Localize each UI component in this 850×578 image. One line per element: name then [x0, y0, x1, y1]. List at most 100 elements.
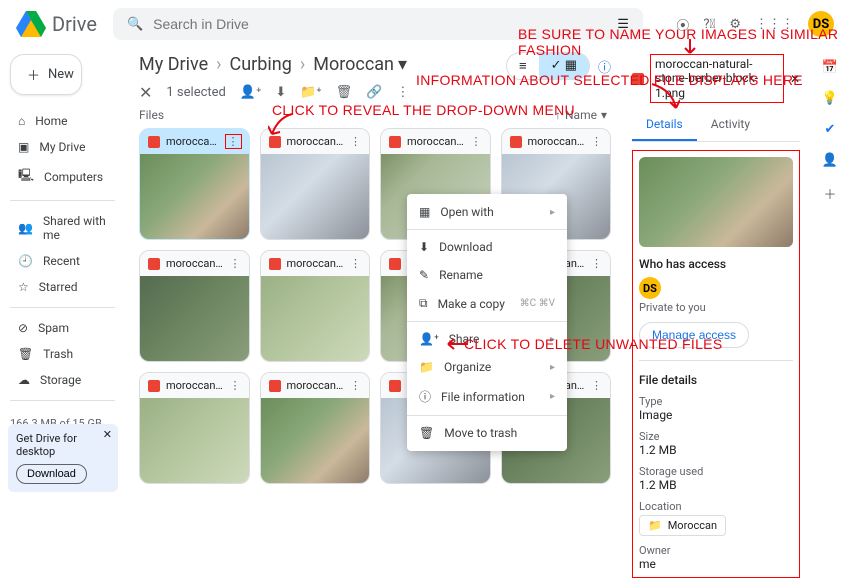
image-icon [148, 380, 160, 392]
file-more-icon[interactable]: ⋮ [591, 379, 602, 392]
file-more-icon[interactable]: ⋮ [230, 257, 241, 270]
crumb[interactable]: Curbing [230, 54, 292, 75]
search-input[interactable] [153, 16, 607, 32]
chevron-right-icon: ▸ [550, 207, 555, 218]
download-button[interactable]: Download [16, 464, 87, 484]
ctx-organize[interactable]: 📁Organize▸ [407, 353, 567, 381]
file-card[interactable]: moroccan-natu... ⋮ [139, 372, 250, 484]
detail-value: me [639, 557, 793, 571]
image-icon [269, 258, 281, 270]
sidebar-item-label: Storage [40, 373, 81, 387]
support-icon[interactable]: ?⃝ [703, 17, 715, 32]
ctx-label: Download [439, 240, 492, 254]
sidebar-item-storage[interactable]: ☁Storage [10, 368, 115, 392]
close-icon[interactable]: ✕ [790, 72, 800, 86]
file-more-icon[interactable]: ⋮ [591, 257, 602, 270]
delete-icon[interactable]: 🗑 [336, 85, 353, 100]
add-icon[interactable]: ＋ [823, 184, 836, 203]
grid-view-icon[interactable]: ✓ ▦ [539, 53, 589, 79]
file-more-icon[interactable]: ⋮ [230, 379, 241, 392]
search-icon: 🔍 [127, 17, 143, 32]
file-card[interactable]: moroccan-natu...⋮ [260, 128, 371, 240]
keep-icon[interactable]: 💡 [822, 91, 838, 106]
file-card[interactable]: moroccan-natu...⋮ [260, 372, 371, 484]
file-name: moroccan-natu... [166, 257, 224, 270]
sidebar-item-home[interactable]: ⌂Home [10, 109, 115, 133]
share-icon[interactable]: 👤⁺ [240, 85, 261, 100]
clear-selection-icon[interactable]: ✕ [139, 83, 152, 102]
file-more-icon[interactable]: ⋮ [226, 135, 241, 148]
chevron-down-icon: ▾ [398, 54, 407, 75]
close-icon[interactable]: ✕ [103, 428, 112, 441]
file-more-icon[interactable]: ⋮ [350, 257, 361, 270]
sidebar-item-label: Trash [43, 347, 73, 361]
detail-label: Location [639, 500, 793, 513]
tasks-icon[interactable]: ✔ [825, 122, 836, 137]
link-icon[interactable]: 🔗 [366, 85, 382, 100]
detail-value: 1.2 MB [639, 478, 793, 492]
account-avatar[interactable]: DS [808, 11, 834, 37]
file-more-icon[interactable]: ⋮ [350, 379, 361, 392]
sidebar-item-label: Recent [43, 254, 80, 268]
search-options-icon[interactable]: ☰ [617, 17, 629, 32]
folder-icon: 📁 [419, 360, 434, 374]
file-name: moroccan-natu... [407, 135, 465, 148]
access-heading: Who has access [639, 257, 793, 271]
file-more-icon[interactable]: ⋮ [471, 135, 482, 148]
view-toggle[interactable]: ≡ ✓ ▦ [506, 52, 590, 80]
manage-access-button[interactable]: Manage access [639, 322, 749, 348]
ctx-rename[interactable]: ✎Rename [407, 261, 567, 289]
contacts-icon[interactable]: 👤 [822, 153, 838, 168]
sidebar-item-trash[interactable]: 🗑Trash [10, 342, 115, 366]
sidebar-item-spam[interactable]: ⊘Spam [10, 316, 115, 340]
files-heading: Files [139, 108, 164, 122]
new-button[interactable]: ＋ New [10, 54, 82, 95]
file-more-icon[interactable]: ⋮ [350, 135, 361, 148]
ctx-file-info[interactable]: ⓘFile information▸ [407, 381, 567, 412]
settings-icon[interactable]: ⚙ [729, 17, 741, 32]
file-card[interactable]: moroccan-natu... ⋮ [139, 250, 250, 362]
file-card[interactable]: moroccan-natu...⋮ [139, 128, 250, 240]
ready-offline-icon[interactable]: ⦿ [676, 15, 689, 34]
file-name: moroccan-natu... [166, 379, 224, 392]
ctx-copy[interactable]: ⧉Make a copy⌘C ⌘V [407, 289, 567, 318]
selection-bar: ✕ 1 selected 👤⁺ ⬇ 📁⁺ 🗑 🔗 ⋮ [139, 83, 611, 102]
apps-icon[interactable]: ⋮⋮⋮ [755, 17, 794, 32]
tab-details[interactable]: Details [632, 109, 697, 141]
plus-icon: ＋ [27, 65, 40, 84]
ctx-trash[interactable]: 🗑Move to trash [407, 419, 567, 447]
move-icon[interactable]: 📁⁺ [300, 85, 321, 100]
sidebar-item-label: Spam [38, 321, 69, 335]
ctx-open-with[interactable]: ▦Open with▸ [407, 198, 567, 226]
logo[interactable]: Drive [16, 11, 97, 37]
crumb[interactable]: My Drive [139, 54, 208, 75]
sidebar-item-starred[interactable]: ☆Starred [10, 275, 115, 299]
sidebar-item-mydrive[interactable]: ▣My Drive [10, 135, 115, 159]
file-card[interactable]: moroccan-natu...⋮ [260, 250, 371, 362]
info-icon[interactable]: ⓘ [598, 57, 611, 76]
download-icon: ⬇ [419, 240, 429, 254]
crumb-current[interactable]: Moroccan▾ [313, 54, 407, 75]
image-icon [269, 380, 281, 392]
sort-label: Name [565, 108, 597, 122]
list-view-icon[interactable]: ≡ [507, 53, 539, 79]
sidebar-item-shared[interactable]: 👥Shared with me [10, 209, 115, 247]
location-chip[interactable]: 📁Moroccan [639, 515, 726, 536]
new-label: New [48, 67, 74, 82]
ctx-download[interactable]: ⬇ Download [407, 233, 567, 261]
owner-avatar: DS [639, 277, 661, 299]
details-tabs: Details Activity [632, 109, 800, 142]
more-icon[interactable]: ⋮ [396, 85, 409, 100]
chevron-right-icon: ▸ [550, 334, 555, 345]
search-bar[interactable]: 🔍 ☰ [113, 8, 643, 40]
ctx-share[interactable]: 👤⁺Share▸ [407, 325, 567, 353]
file-more-icon[interactable]: ⋮ [591, 135, 602, 148]
ctx-label: Rename [439, 268, 483, 282]
calendar-icon[interactable]: 📅 [822, 60, 838, 75]
sidebar-item-computers[interactable]: 🖳Computers [10, 161, 115, 192]
tab-activity[interactable]: Activity [697, 109, 764, 141]
sort-control[interactable]: ↑ Name ▾ [555, 108, 607, 122]
selection-count: 1 selected [166, 85, 225, 100]
sidebar-item-recent[interactable]: 🕘Recent [10, 249, 115, 273]
download-icon[interactable]: ⬇ [275, 85, 286, 100]
